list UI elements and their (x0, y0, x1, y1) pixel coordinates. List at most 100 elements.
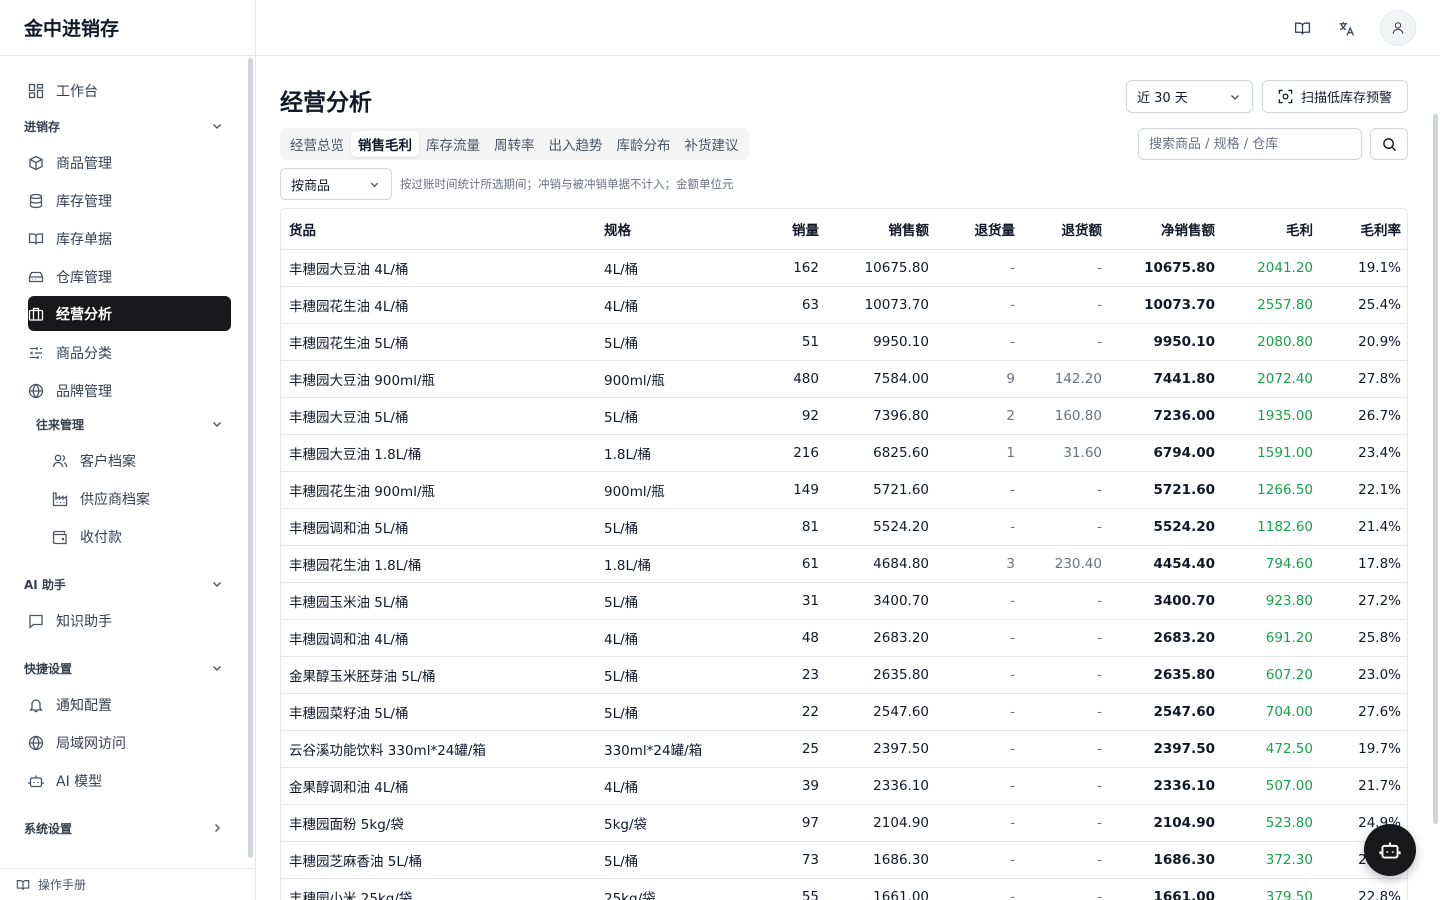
sidebar-item-warehouse[interactable]: 仓库管理 (28, 259, 231, 294)
table-row[interactable]: 丰穗园调和油 4L/桶 4L/桶 48 2683.20- -2683.20 691.20 2… (281, 619, 1407, 657)
tab-replenish[interactable]: 补货建议 (678, 131, 746, 157)
table-row[interactable]: 丰穗园大豆油 4L/桶 4L/桶 162 10675.80- -10675.80 2041… (281, 249, 1407, 287)
col-header[interactable]: 规格 (596, 209, 746, 250)
sidebar-scrollbar[interactable] (248, 58, 253, 858)
cell-net-sales: 7236.00 (1110, 397, 1223, 435)
sidebar-item-model[interactable]: AI 模型 (28, 763, 231, 798)
cell-sales: 2336.10 (827, 767, 937, 805)
chevron-down-icon (213, 582, 221, 587)
sidebar-item-docs[interactable]: 库存单据 (28, 221, 231, 256)
docs-button[interactable] (1286, 12, 1318, 44)
tab-turnover[interactable]: 周转率 (487, 131, 542, 157)
group-quick[interactable]: 快捷设置 (24, 658, 224, 678)
chevron-down-icon (213, 124, 221, 129)
sidebar-item-label: 通知配置 (56, 697, 112, 714)
tab-in-out-trend[interactable]: 出入趋势 (542, 131, 610, 157)
main-scrollbar[interactable] (1433, 114, 1438, 824)
table-row[interactable]: 丰穗园花生油 4L/桶 4L/桶 63 10073.70- -10073.70 2557.… (281, 286, 1407, 324)
scan-low-stock-button[interactable]: 扫描低库存预警 (1262, 80, 1408, 113)
sidebar-item-notify[interactable]: 通知配置 (28, 687, 231, 722)
group-system[interactable]: 系统设置 (24, 818, 224, 838)
sidebar-item-workbench[interactable]: 工作台 (28, 73, 231, 108)
table-row[interactable]: 丰穗园大豆油 1.8L/桶 1.8L/桶 216 6825.60 1 31.60 6794.… (281, 434, 1407, 472)
tab-stock-age[interactable]: 库龄分布 (610, 131, 678, 157)
cell-net-sales: 10073.70 (1110, 286, 1223, 324)
brand-title: 金中进销存 (0, 0, 255, 56)
col-header[interactable]: 净销售额 (1110, 209, 1223, 250)
col-header[interactable]: 毛利 (1223, 209, 1321, 250)
cell-return-amount: - (1023, 730, 1110, 768)
tab-sales-profit[interactable]: 销售毛利 (351, 131, 419, 157)
language-button[interactable] (1330, 12, 1362, 44)
group-wanglai[interactable]: 往来管理 (36, 414, 224, 434)
table-row[interactable]: 云谷溪功能饮料 330ml*24罐/箱 330ml*24罐/箱 25 2397.50-… (281, 730, 1407, 768)
sidebar-item-analytics[interactable]: 经营分析 (28, 296, 231, 331)
search-button[interactable] (1370, 128, 1408, 160)
group-ai[interactable]: AI 助手 (24, 574, 224, 594)
sidebar-item-payments[interactable]: 收付款 (52, 519, 231, 554)
sidebar-item-inventory[interactable]: 库存管理 (28, 183, 231, 218)
sidebar-item-assistant[interactable]: 知识助手 (28, 603, 231, 638)
cell-return-amount: - (1023, 841, 1110, 879)
chevron-down-icon (213, 666, 221, 671)
chevron-right-icon (215, 824, 220, 832)
table-row[interactable]: 丰穗园芝麻香油 5L/桶 5L/桶 73 1686.30- -1686.30 372.30… (281, 841, 1407, 879)
table-row[interactable]: 丰穗园面粉 5kg/袋 5kg/袋 97 2104.90- -2104.90 523.80… (281, 804, 1407, 842)
col-header[interactable]: 退货额 (1023, 209, 1110, 250)
table-row[interactable]: 丰穗园花生油 5L/桶 5L/桶 51 9950.10- -9950.10 2080.80… (281, 323, 1407, 361)
col-header[interactable]: 退货量 (937, 209, 1023, 250)
cell-margin: 22.8% (1321, 878, 1407, 900)
translate-icon (1339, 21, 1354, 36)
cell-product: 丰穗园大豆油 1.8L/桶 (281, 434, 596, 472)
sidebar-item-category[interactable]: 商品分类 (28, 335, 231, 370)
cell-return-qty: - (937, 471, 1023, 509)
sidebar-item-products[interactable]: 商品管理 (28, 145, 231, 180)
cell-qty: 97 (746, 804, 827, 842)
date-range-select[interactable]: 近 30 天 (1126, 80, 1253, 113)
book-icon (1294, 22, 1310, 34)
sidebar-item-brand[interactable]: 品牌管理 (28, 373, 231, 408)
table-row[interactable]: 金果醇玉米胚芽油 5L/桶 5L/桶 23 2635.80- -2635.80 607.2… (281, 656, 1407, 694)
table-row[interactable]: 丰穗园小米 25kg/袋 25kg/袋 55 1661.00- -1661.00 379.… (281, 878, 1407, 900)
table-row[interactable]: 丰穗园调和油 5L/桶 5L/桶 81 5524.20- -5524.20 1182.60… (281, 508, 1407, 546)
database-icon (28, 193, 44, 209)
cell-return-qty: 1 (937, 434, 1023, 472)
sidebar-item-customers[interactable]: 客户档案 (52, 443, 231, 478)
col-header[interactable]: 毛利率 (1321, 209, 1407, 250)
table-row[interactable]: 丰穗园玉米油 5L/桶 5L/桶 31 3400.70- -3400.70 923.80 2… (281, 582, 1407, 620)
cell-return-amount: - (1023, 878, 1110, 900)
cell-net-sales: 3400.70 (1110, 582, 1223, 620)
table-row[interactable]: 丰穗园大豆油 5L/桶 5L/桶 92 7396.80 2 160.80 7236.00 19… (281, 397, 1407, 435)
tab-overview[interactable]: 经营总览 (283, 131, 351, 157)
table-row[interactable]: 丰穗园菜籽油 5L/桶 5L/桶 22 2547.60- -2547.60 704.00 2… (281, 693, 1407, 731)
col-header[interactable]: 销售额 (827, 209, 937, 250)
col-header[interactable]: 货品 (281, 209, 596, 250)
sidebar-item-lan[interactable]: 局域网访问 (28, 725, 231, 760)
col-header[interactable]: 销量 (746, 209, 827, 250)
cell-spec: 5L/桶 (596, 397, 746, 435)
sidebar-item-suppliers[interactable]: 供应商档案 (52, 481, 231, 516)
dashboard-icon (28, 83, 44, 99)
cell-return-qty: - (937, 767, 1023, 805)
ai-assistant-fab[interactable] (1364, 824, 1416, 876)
globe-icon (28, 383, 44, 399)
table-row[interactable]: 丰穗园花生油 900ml/瓶 900ml/瓶 149 5721.60- -5721.60… (281, 471, 1407, 509)
tab-stock-flow[interactable]: 库存流量 (419, 131, 487, 157)
table-row[interactable]: 丰穗园大豆油 900ml/瓶 900ml/瓶 480 7584.00 9 142.20 74… (281, 360, 1407, 398)
user-avatar-button[interactable] (1380, 10, 1416, 46)
search-input[interactable] (1138, 128, 1362, 160)
cell-sales: 1686.30 (827, 841, 937, 879)
cell-return-amount: - (1023, 804, 1110, 842)
group-by-select[interactable]: 按商品 (280, 168, 392, 200)
cell-profit: 923.80 (1223, 582, 1321, 620)
globe-icon (28, 735, 44, 751)
table-row[interactable]: 金果醇调和油 4L/桶 4L/桶 39 2336.10- -2336.10 507.00 2… (281, 767, 1407, 805)
cell-qty: 25 (746, 730, 827, 768)
cell-margin: 27.6% (1321, 693, 1407, 731)
table-row[interactable]: 丰穗园花生油 1.8L/桶 1.8L/桶 61 4684.80 3 230.40 4454.… (281, 545, 1407, 583)
users-icon (52, 453, 68, 469)
group-jxc[interactable]: 进销存 (24, 116, 224, 136)
search-icon (1382, 137, 1396, 151)
warehouse-icon (28, 269, 44, 285)
manual-link[interactable]: 操作手册 (0, 868, 255, 900)
